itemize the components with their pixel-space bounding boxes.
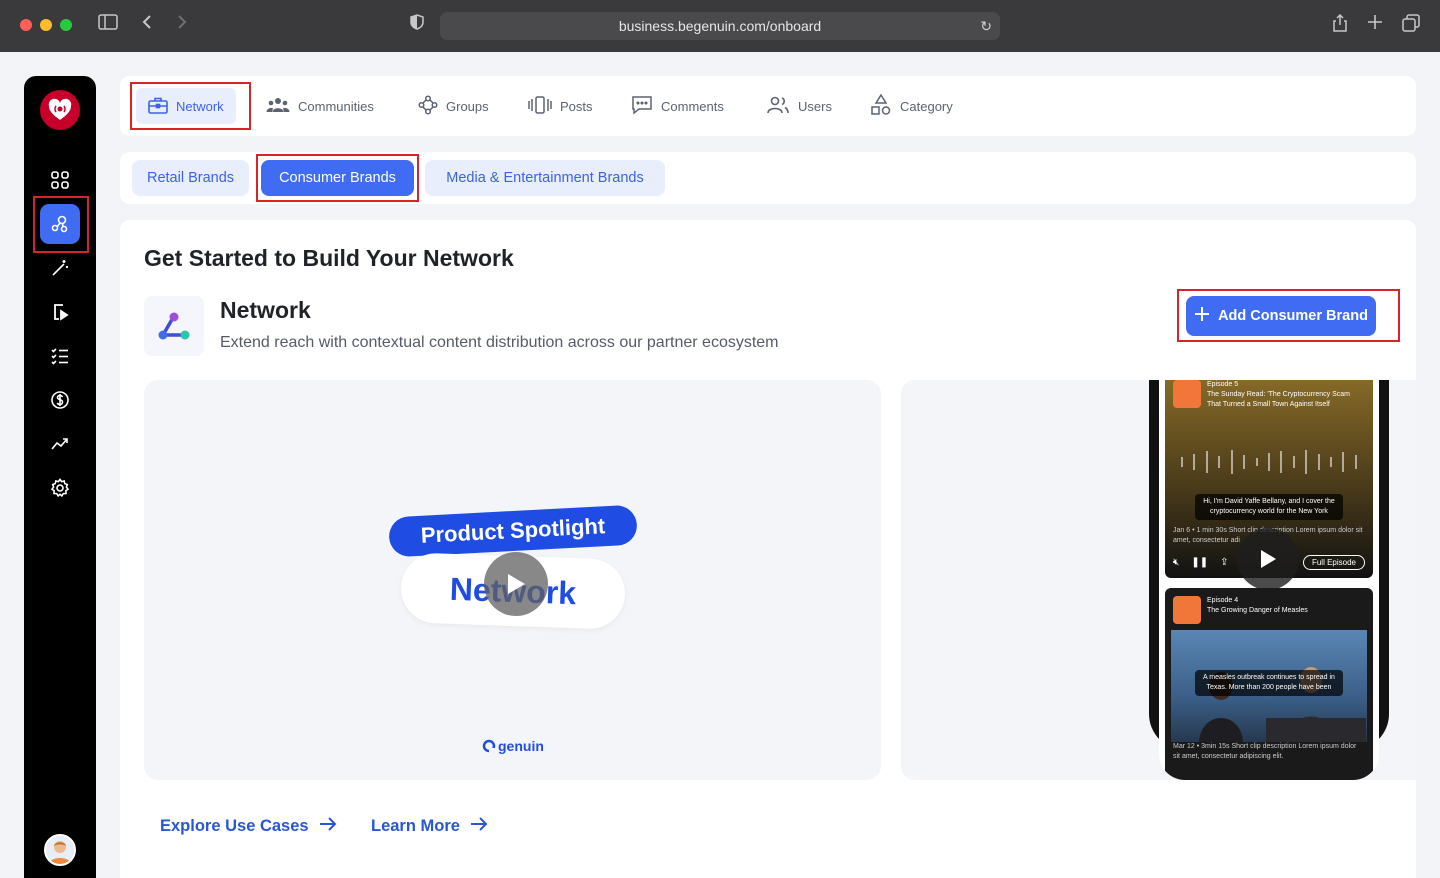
audio-waveform: [1181, 450, 1357, 474]
plus-icon: [1194, 306, 1210, 326]
reload-icon[interactable]: ↻: [980, 12, 992, 40]
tab-category[interactable]: Category: [870, 88, 953, 124]
network-title: Network: [220, 297, 311, 323]
sidebar-toggle-icon[interactable]: [98, 14, 118, 37]
link-label: Learn More: [371, 817, 460, 835]
posts-icon: [528, 95, 552, 117]
monetization-icon[interactable]: [40, 380, 80, 420]
episode-card[interactable]: Episode 4 The Growing Danger of Measles …: [1165, 588, 1373, 780]
brand-tabs: Retail Brands Consumer Brands Media & En…: [120, 152, 1416, 204]
sidebar: [24, 76, 96, 878]
arrow-right-icon: [470, 817, 488, 836]
episode-description: Mar 12 • 3min 15s Short clip description…: [1173, 743, 1357, 760]
content-import-icon[interactable]: [40, 292, 80, 332]
explore-use-cases-link[interactable]: Explore Use Cases: [160, 817, 337, 836]
tab-label: Posts: [560, 98, 593, 114]
phone-screen: Episode 5 The Sunday Read: 'The Cryptocu…: [1159, 380, 1379, 780]
groups-icon: [418, 94, 438, 118]
page-title: Get Started to Build Your Network: [144, 245, 514, 271]
phone-mockup: Episode 5 The Sunday Read: 'The Cryptocu…: [1149, 380, 1389, 780]
network-description: Extend reach with contextual content dis…: [220, 334, 779, 351]
tab-comments[interactable]: Comments: [631, 88, 724, 124]
episode-meta: Episode 5 The Sunday Read: 'The Cryptocu…: [1207, 380, 1365, 410]
video-play-button[interactable]: [484, 552, 548, 616]
users-icon: [766, 96, 790, 117]
browser-chrome: business.begenuin.com/onboard ↻: [0, 0, 1440, 52]
episode-caption: A measles outbreak continues to spread i…: [1195, 670, 1343, 696]
minimize-window-button[interactable]: [40, 19, 52, 31]
network-nav-icon[interactable]: [40, 204, 80, 244]
add-button-label: Add Consumer Brand: [1218, 308, 1368, 324]
maximize-window-button[interactable]: [60, 19, 72, 31]
tab-users[interactable]: Users: [766, 88, 832, 124]
settings-gear-icon[interactable]: [40, 468, 80, 508]
iheart-logo[interactable]: [40, 90, 80, 130]
back-icon[interactable]: [142, 14, 152, 37]
category-icon: [870, 93, 892, 119]
spotlight-pill: Product Spotlight: [388, 504, 638, 558]
phone-preview-panel: Episode 5 The Sunday Read: 'The Cryptocu…: [901, 380, 1416, 780]
tab-groups[interactable]: Groups: [418, 88, 489, 124]
pause-icon[interactable]: ❚❚: [1191, 557, 1208, 568]
full-episode-button[interactable]: Full Episode: [1302, 554, 1365, 570]
genuin-brand-text: genuin: [498, 738, 544, 754]
forward-icon[interactable]: [177, 14, 187, 37]
podcast-thumbnail: [1173, 596, 1201, 624]
share-icon[interactable]: [1332, 13, 1348, 39]
podcast-thumbnail: [1173, 380, 1201, 408]
user-avatar[interactable]: [44, 834, 76, 866]
episode-label: Episode 5: [1207, 381, 1239, 388]
learn-more-link[interactable]: Learn More: [371, 817, 488, 836]
subtab-media-entertainment-brands[interactable]: Media & Entertainment Brands: [425, 160, 665, 196]
tab-communities[interactable]: Communities: [266, 88, 374, 124]
network-logo-icon: [144, 296, 204, 356]
tab-posts[interactable]: Posts: [528, 88, 593, 124]
url-text: business.begenuin.com/onboard: [618, 18, 822, 34]
tab-label: Communities: [298, 98, 374, 114]
arrow-right-icon: [319, 817, 337, 836]
tab-overview-icon[interactable]: [1402, 14, 1420, 39]
phone-play-button[interactable]: [1237, 528, 1299, 590]
tab-label: Groups: [446, 98, 489, 114]
share-icon[interactable]: ⇪: [1220, 557, 1228, 568]
genuin-logo: genuin: [482, 738, 544, 754]
episode-meta: Episode 4 The Growing Danger of Measles: [1207, 596, 1365, 616]
main-content: Get Started to Build Your Network Networ…: [120, 220, 1416, 878]
tab-label: Users: [798, 98, 832, 114]
episode-caption: Hi, I'm David Yaffe Bellany, and I cover…: [1195, 494, 1343, 520]
privacy-shield-icon[interactable]: [410, 14, 424, 37]
episode-label: Episode 4: [1207, 597, 1239, 604]
people-icon: [266, 97, 290, 116]
tab-label: Network: [176, 98, 224, 114]
episode-title: The Sunday Read: 'The Cryptocurrency Sca…: [1207, 391, 1350, 408]
analytics-icon[interactable]: [40, 424, 80, 464]
close-window-button[interactable]: [20, 19, 32, 31]
link-label: Explore Use Cases: [160, 817, 309, 835]
subtab-retail-brands[interactable]: Retail Brands: [132, 160, 249, 196]
tab-label: Comments: [661, 98, 724, 114]
mute-icon[interactable]: 🔇︎: [1173, 557, 1179, 568]
new-tab-icon[interactable]: [1367, 14, 1383, 37]
dashboard-icon[interactable]: [40, 160, 80, 200]
checklist-icon[interactable]: [40, 336, 80, 376]
top-nav: Network Communities Groups Posts Comment…: [120, 76, 1416, 136]
add-consumer-brand-button[interactable]: Add Consumer Brand: [1186, 296, 1376, 336]
tab-network[interactable]: Network: [136, 88, 236, 124]
product-spotlight-video[interactable]: Product Spotlight Network genuin: [144, 380, 881, 780]
briefcase-icon: [148, 96, 168, 117]
episode-title: The Growing Danger of Measles: [1207, 607, 1308, 614]
magic-wand-icon[interactable]: [40, 248, 80, 288]
comments-icon: [631, 95, 653, 118]
subtab-consumer-brands[interactable]: Consumer Brands: [261, 160, 414, 196]
address-bar[interactable]: business.begenuin.com/onboard ↻: [440, 12, 1000, 40]
tab-label: Category: [900, 98, 953, 114]
